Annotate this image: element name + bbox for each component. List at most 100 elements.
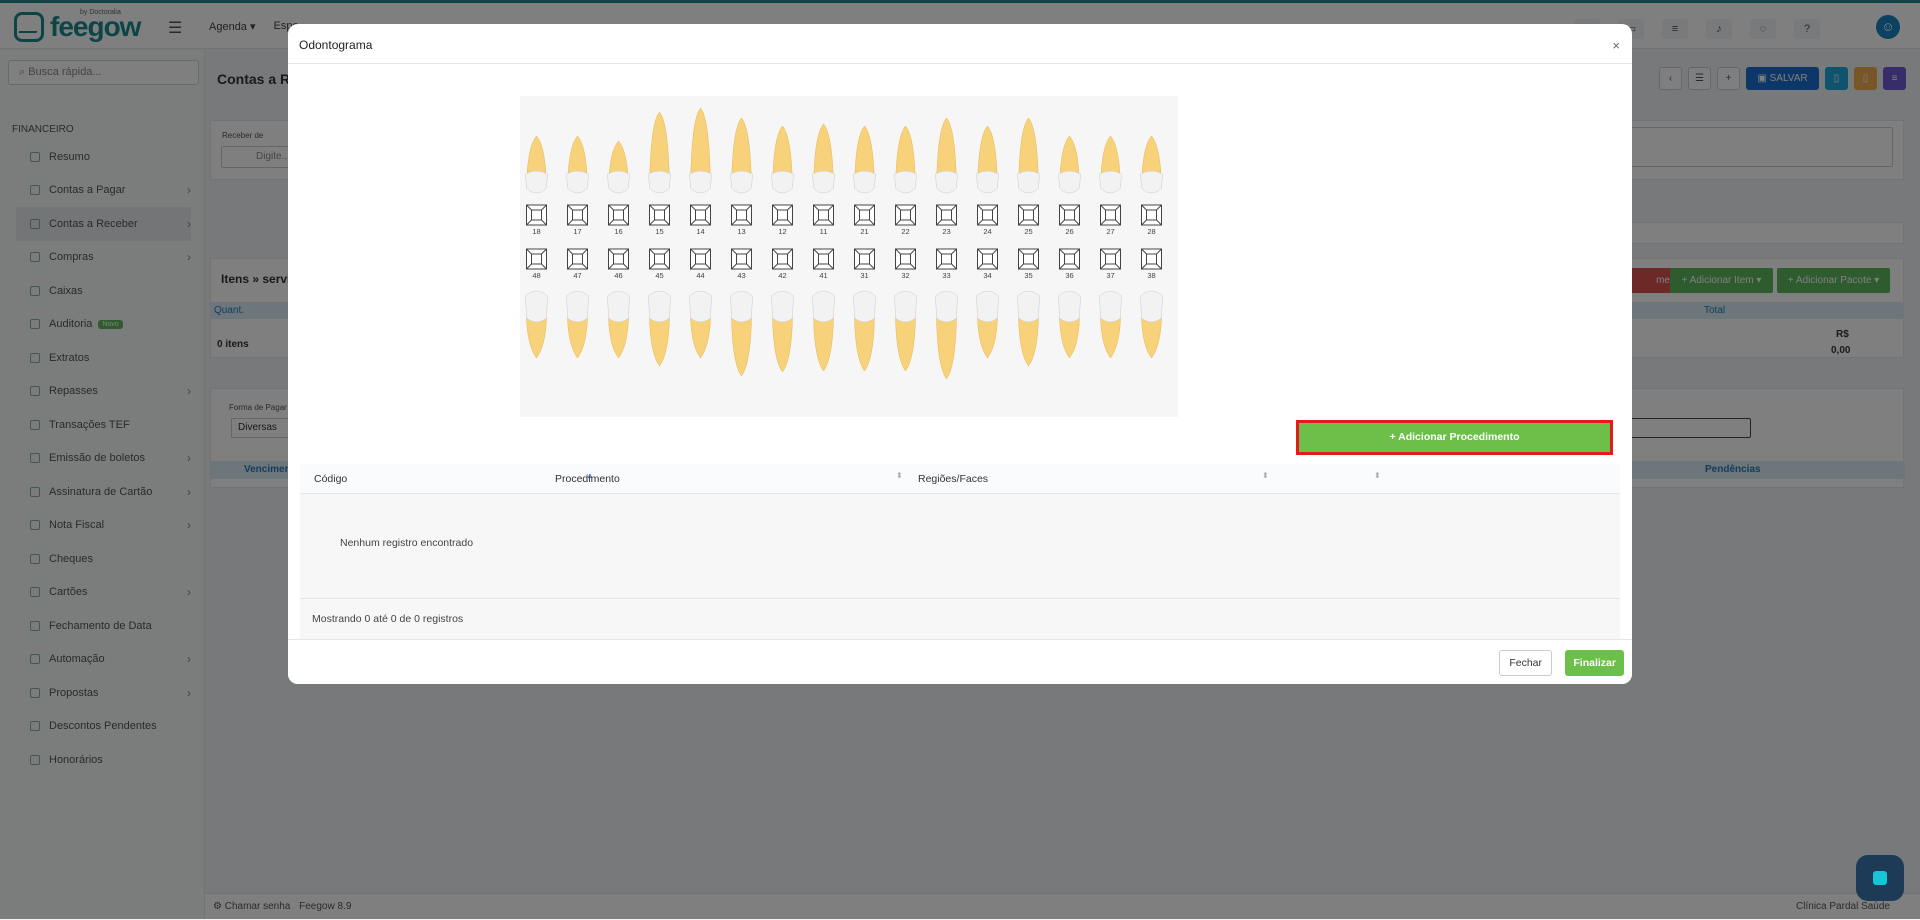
column-codigo[interactable]: Código <box>314 473 347 485</box>
lower-tooth-44[interactable] <box>689 290 712 359</box>
tooth-number-22: 22 <box>901 227 909 236</box>
lower-tooth-38[interactable] <box>1140 290 1163 359</box>
tooth-faces-31[interactable] <box>854 248 875 270</box>
teeth-drawing: 18 17 16 15 14 13 12 11 21 22 23 24 25 26 27 28 48 47 46 45… <box>525 107 1163 380</box>
upper-tooth-23[interactable] <box>935 117 958 194</box>
tooth-number-37: 37 <box>1106 271 1114 280</box>
upper-tooth-12[interactable] <box>771 125 794 194</box>
tooth-number-15: 15 <box>655 227 663 236</box>
upper-tooth-27[interactable] <box>1099 135 1122 194</box>
tooth-faces-22[interactable] <box>895 204 916 226</box>
tooth-faces-28[interactable] <box>1141 204 1162 226</box>
tooth-number-41: 41 <box>819 271 827 280</box>
tooth-faces-37[interactable] <box>1100 248 1121 270</box>
tooth-number-44: 44 <box>696 271 704 280</box>
tooth-faces-46[interactable] <box>608 248 629 270</box>
lower-tooth-43[interactable] <box>730 290 753 377</box>
modal-title: Odontograma <box>299 38 373 52</box>
upper-tooth-18[interactable] <box>525 135 548 194</box>
column-regioes-faces[interactable]: Regiões/Faces <box>918 473 988 485</box>
modal-header: Odontograma <box>288 24 1632 64</box>
highlight-frame: + Adicionar Procedimento <box>1296 420 1613 455</box>
tooth-faces-47[interactable] <box>567 248 588 270</box>
upper-tooth-17[interactable] <box>566 135 589 194</box>
finish-button[interactable]: Finalizar <box>1565 650 1624 676</box>
tooth-number-38: 38 <box>1147 271 1155 280</box>
tooth-number-14: 14 <box>696 227 704 236</box>
close-icon[interactable]: × <box>1612 38 1620 53</box>
upper-tooth-24[interactable] <box>976 125 999 194</box>
tooth-number-24: 24 <box>983 227 991 236</box>
tooth-faces-14[interactable] <box>690 204 711 226</box>
upper-tooth-28[interactable] <box>1140 135 1163 194</box>
tooth-faces-11[interactable] <box>813 204 834 226</box>
chat-widget-button[interactable] <box>1856 855 1904 901</box>
tooth-faces-12[interactable] <box>772 204 793 226</box>
tooth-faces-38[interactable] <box>1141 248 1162 270</box>
tooth-number-18: 18 <box>532 227 540 236</box>
lower-tooth-42[interactable] <box>771 290 794 373</box>
lower-tooth-33[interactable] <box>935 290 958 380</box>
odontogram-chart: 18 17 16 15 14 13 12 11 21 22 23 24 25 26 27 28 48 47 46 45… <box>520 96 1178 417</box>
tooth-faces-42[interactable] <box>772 248 793 270</box>
upper-tooth-25[interactable] <box>1017 117 1040 194</box>
tooth-faces-26[interactable] <box>1059 204 1080 226</box>
column-procedimento[interactable]: Procedimento <box>555 473 620 485</box>
tooth-faces-27[interactable] <box>1100 204 1121 226</box>
lower-tooth-31[interactable] <box>853 290 876 372</box>
tooth-faces-41[interactable] <box>813 248 834 270</box>
tooth-number-34: 34 <box>983 271 991 280</box>
tooth-faces-44[interactable] <box>690 248 711 270</box>
modal-footer: Fechar Finalizar <box>288 639 1632 684</box>
tooth-number-12: 12 <box>778 227 786 236</box>
tooth-faces-18[interactable] <box>526 204 547 226</box>
add-procedure-button[interactable]: + Adicionar Procedimento <box>1299 423 1610 452</box>
lower-tooth-47[interactable] <box>566 290 589 359</box>
close-button[interactable]: Fechar <box>1499 650 1552 676</box>
tooth-number-45: 45 <box>655 271 663 280</box>
tooth-faces-32[interactable] <box>895 248 916 270</box>
tooth-faces-23[interactable] <box>936 204 957 226</box>
lower-tooth-45[interactable] <box>648 290 671 367</box>
lower-tooth-48[interactable] <box>525 290 548 359</box>
tooth-faces-35[interactable] <box>1018 248 1039 270</box>
lower-tooth-35[interactable] <box>1017 290 1040 367</box>
tooth-number-28: 28 <box>1147 227 1155 236</box>
tooth-faces-16[interactable] <box>608 204 629 226</box>
tooth-faces-33[interactable] <box>936 248 957 270</box>
tooth-faces-45[interactable] <box>649 248 670 270</box>
lower-tooth-46[interactable] <box>607 290 630 359</box>
tooth-faces-34[interactable] <box>977 248 998 270</box>
tooth-number-36: 36 <box>1065 271 1073 280</box>
tooth-faces-48[interactable] <box>526 248 547 270</box>
lower-tooth-32[interactable] <box>894 290 917 372</box>
lower-tooth-34[interactable] <box>976 290 999 359</box>
tooth-faces-36[interactable] <box>1059 248 1080 270</box>
tooth-faces-21[interactable] <box>854 204 875 226</box>
tooth-faces-13[interactable] <box>731 204 752 226</box>
procedures-table-header: Código ▲ Procedimento ⬍ Regiões/Faces ⬍ … <box>300 464 1620 494</box>
table-info: Mostrando 0 até 0 de 0 registros <box>300 598 1620 639</box>
sort-icon[interactable]: ⬍ <box>1374 471 1381 480</box>
upper-tooth-21[interactable] <box>853 125 876 194</box>
lower-tooth-36[interactable] <box>1058 290 1081 359</box>
tooth-faces-15[interactable] <box>649 204 670 226</box>
lower-tooth-37[interactable] <box>1099 290 1122 359</box>
tooth-number-21: 21 <box>860 227 868 236</box>
upper-tooth-13[interactable] <box>730 117 753 194</box>
odontogram-modal: Odontograma × 18 17 16 15 14 13 12 11 21 22 23 24 25… <box>288 24 1632 684</box>
tooth-number-48: 48 <box>532 271 540 280</box>
upper-tooth-16[interactable] <box>607 140 630 194</box>
upper-tooth-14[interactable] <box>689 107 712 194</box>
upper-tooth-26[interactable] <box>1058 135 1081 194</box>
tooth-faces-24[interactable] <box>977 204 998 226</box>
tooth-faces-43[interactable] <box>731 248 752 270</box>
lower-tooth-41[interactable] <box>812 290 835 372</box>
upper-tooth-15[interactable] <box>648 111 671 194</box>
upper-tooth-22[interactable] <box>894 125 917 194</box>
tooth-faces-25[interactable] <box>1018 204 1039 226</box>
upper-tooth-11[interactable] <box>812 123 835 194</box>
tooth-faces-17[interactable] <box>567 204 588 226</box>
sort-icon[interactable]: ⬍ <box>896 471 903 480</box>
sort-icon[interactable]: ⬍ <box>1262 471 1269 480</box>
